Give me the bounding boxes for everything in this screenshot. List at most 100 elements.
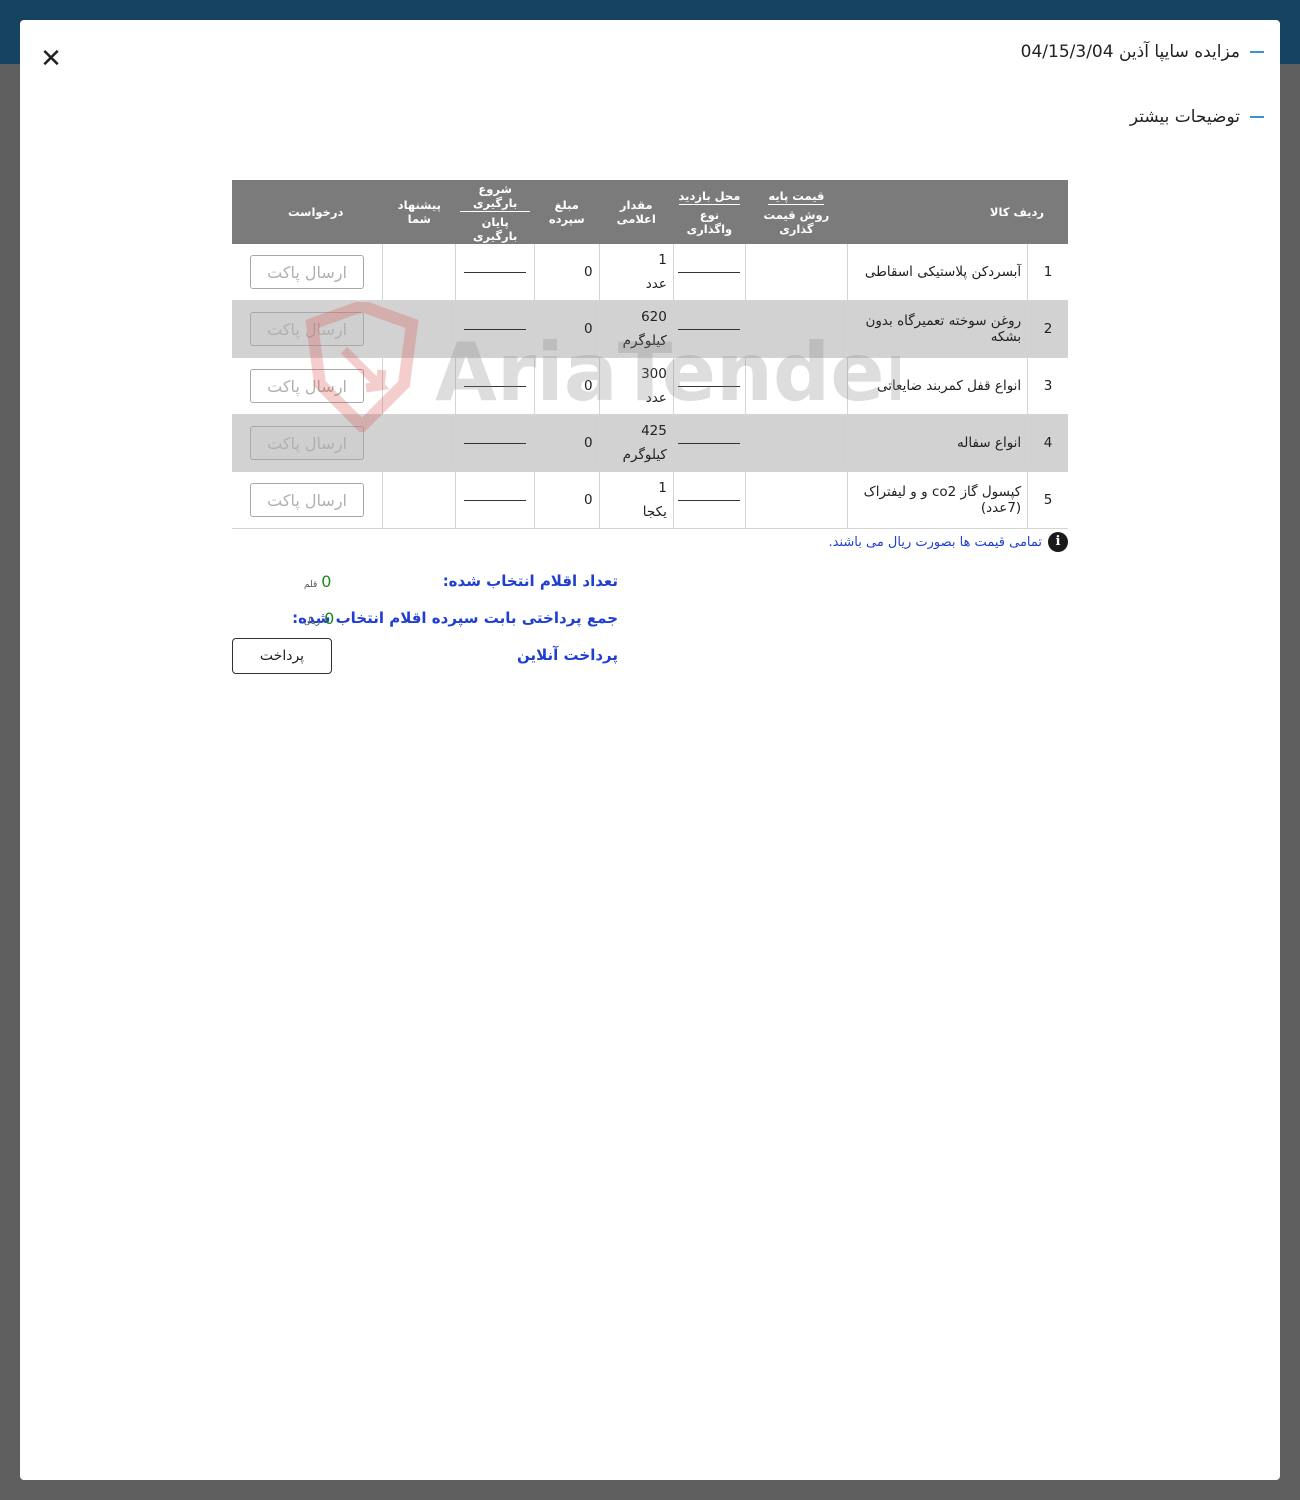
pay-button[interactable]: پرداخت: [232, 638, 332, 674]
header-load-end: پایان بارگیری: [472, 214, 518, 243]
base-price-cell: [744, 244, 848, 301]
item-name: انواع قفل کمربند ضایعاتی: [846, 357, 1028, 415]
deposit-cell: 0: [533, 300, 600, 358]
header-request: درخواست: [232, 180, 383, 244]
more-details-text: توضیحات بیشتر: [1129, 107, 1240, 127]
selected-count-label: تعداد اقلام انتخاب شده:: [442, 572, 618, 590]
qty-value: 620: [641, 309, 667, 325]
your-offer-cell: [382, 244, 456, 301]
table-row: 2 روغن سوخته تعمیرگاه بدون بشکه 620 کیلوگ…: [232, 300, 1068, 358]
qty-value: 1: [658, 252, 667, 268]
qty-unit: عدد: [645, 390, 667, 406]
header-load-start: شروع بارگیری: [459, 182, 531, 212]
row-number: 3: [1027, 357, 1068, 415]
table-row: 3 انواع قفل کمربند ضایعاتی 300 عدد 0 ارسا…: [232, 357, 1068, 415]
base-price-cell: [744, 300, 848, 358]
more-details-heading[interactable]: توضیحات بیشتر: [1130, 107, 1264, 127]
total-deposit-value: 0ریال: [304, 609, 334, 628]
total-number: 0: [324, 609, 335, 628]
items-table: ردیف کالا قیمت پایه روش قیمت گذاری محل ب…: [232, 180, 1068, 529]
send-envelope-button[interactable]: ارسال پاکت: [250, 312, 365, 346]
request-cell: ارسال پاکت: [232, 357, 383, 415]
qty-unit: کیلوگرم: [622, 333, 667, 349]
your-offer-cell: [382, 471, 456, 529]
selected-count-value: 0قلم: [304, 572, 331, 591]
qty-value: 1: [658, 480, 667, 496]
empty-dash: [464, 499, 527, 501]
header-base-price: قیمت پایه روش قیمت گذاری: [745, 180, 848, 244]
header-assign-type: نوع واگذاری: [686, 207, 733, 236]
header-visit-place-label: محل بازدید: [678, 188, 741, 205]
send-envelope-button[interactable]: ارسال پاکت: [250, 369, 365, 403]
currency-note-text: تمامی قیمت ها بصورت ریال می باشند.: [828, 534, 1043, 550]
empty-dash: [464, 385, 527, 387]
loading-cell: [455, 471, 535, 529]
request-cell: ارسال پاکت: [232, 471, 383, 529]
count-number: 0: [321, 572, 332, 591]
base-price-cell: [744, 414, 848, 472]
row-number: 2: [1027, 300, 1068, 358]
empty-dash: [678, 271, 741, 273]
title-dash-icon: [1250, 51, 1264, 53]
declared-qty-cell: 425 کیلوگرم: [598, 414, 674, 472]
declared-qty-cell: 1 عدد: [598, 244, 674, 301]
close-icon[interactable]: ✕: [38, 46, 64, 72]
qty-value: 425: [641, 423, 667, 439]
empty-dash: [464, 271, 527, 273]
qty-unit: کیلوگرم: [622, 447, 667, 463]
currency-note: i تمامی قیمت ها بصورت ریال می باشند.: [828, 532, 1068, 552]
total-unit: ریال: [304, 617, 321, 627]
loading-cell: [455, 357, 535, 415]
declared-qty-cell: 620 کیلوگرم: [598, 300, 674, 358]
send-envelope-button[interactable]: ارسال پاکت: [250, 255, 365, 289]
request-cell: ارسال پاکت: [232, 300, 383, 358]
header-declared-qty: مقدار اعلامی: [599, 180, 674, 244]
header-row-item: ردیف کالا: [847, 180, 1068, 244]
empty-dash: [678, 499, 741, 501]
base-price-cell: [744, 471, 848, 529]
info-icon: i: [1048, 532, 1068, 552]
empty-dash: [678, 328, 741, 330]
declared-qty-cell: 1 یکجا: [598, 471, 674, 529]
item-name: کپسول گاز co2 و و لیفتراک (7عدد): [846, 471, 1028, 529]
auction-title-text: مزایده سایپا آذین 04/15/3/04: [1020, 42, 1240, 62]
header-visit-place: محل بازدید نوع واگذاری: [673, 180, 746, 244]
header-base-price-label: قیمت پایه: [768, 188, 825, 205]
visit-place-cell: [672, 357, 746, 415]
empty-dash: [464, 328, 527, 330]
declared-qty-cell: 300 عدد: [598, 357, 674, 415]
visit-place-cell: [672, 471, 746, 529]
empty-dash: [678, 385, 741, 387]
send-envelope-button[interactable]: ارسال پاکت: [250, 483, 365, 517]
deposit-cell: 0: [533, 357, 600, 415]
qty-unit: یکجا: [642, 504, 667, 520]
row-number: 1: [1027, 244, 1068, 301]
loading-cell: [455, 414, 535, 472]
empty-dash: [678, 442, 741, 444]
row-number: 5: [1027, 471, 1068, 529]
deposit-cell: 0: [533, 471, 600, 529]
send-envelope-button[interactable]: ارسال پاکت: [250, 426, 365, 460]
header-deposit: مبلغ سپرده: [534, 180, 600, 244]
item-name: انواع سفاله: [846, 414, 1028, 472]
total-deposit-label: جمع پرداختی بابت سپرده اقلام انتخاب شده:: [292, 609, 618, 627]
request-cell: ارسال پاکت: [232, 414, 383, 472]
count-unit: قلم: [304, 580, 318, 590]
auction-title: مزایده سایپا آذین 04/15/3/04: [1021, 42, 1264, 62]
table-row: 5 کپسول گاز co2 و و لیفتراک (7عدد) 1 یکجا…: [232, 471, 1068, 529]
item-name: آبسردکن پلاستیکی اسقاطی: [846, 244, 1028, 301]
item-name: روغن سوخته تعمیرگاه بدون بشکه: [846, 300, 1028, 358]
qty-value: 300: [641, 366, 667, 382]
table-row: 1 آبسردکن پلاستیکی اسقاطی 1 عدد 0 ارسال پ…: [232, 244, 1068, 301]
details-dash-icon: [1250, 116, 1264, 118]
your-offer-cell: [382, 357, 456, 415]
deposit-cell: 0: [533, 414, 600, 472]
header-your-offer: پیشنهاد شما: [382, 180, 456, 244]
your-offer-cell: [382, 414, 456, 472]
request-cell: ارسال پاکت: [232, 244, 383, 301]
qty-unit: عدد: [645, 276, 667, 292]
row-number: 4: [1027, 414, 1068, 472]
table-header-row: ردیف کالا قیمت پایه روش قیمت گذاری محل ب…: [232, 180, 1068, 244]
loading-cell: [455, 244, 535, 301]
auction-details-modal: ✕ مزایده سایپا آذین 04/15/3/04 توضیحات ب…: [20, 20, 1280, 1480]
